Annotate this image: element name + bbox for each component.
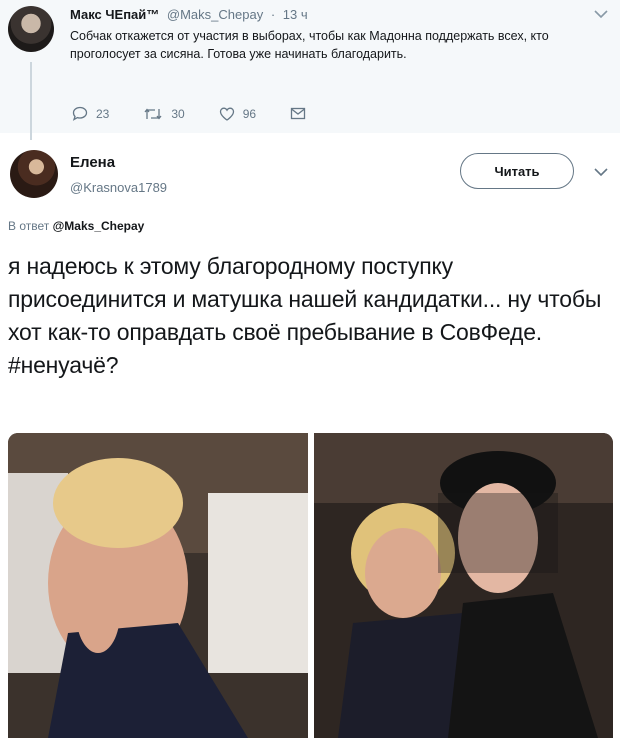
separator-dot: ·: [270, 7, 276, 22]
reply-handle-link[interactable]: @Maks_Chepay: [53, 219, 145, 233]
message-button[interactable]: [290, 106, 314, 121]
main-tweet-text: я надеюсь к этому благородному поступку …: [8, 253, 602, 378]
parent-tweet[interactable]: Макс ЧЕпай™ @Maks_Chepay · 13 ч Собчак о…: [0, 0, 620, 133]
parent-author-name[interactable]: Макс ЧЕпай™: [70, 7, 159, 22]
parent-timestamp[interactable]: 13 ч: [283, 7, 308, 22]
chevron-down-icon[interactable]: [594, 164, 608, 180]
tweet-photo[interactable]: [8, 433, 613, 738]
parent-avatar[interactable]: [8, 6, 54, 52]
main-avatar[interactable]: [10, 150, 58, 198]
reply-prefix: В ответ: [8, 219, 50, 233]
reply-context: В ответ @Maks_Chepay: [8, 219, 144, 233]
follow-button[interactable]: Читать: [460, 153, 574, 189]
envelope-icon: [290, 107, 306, 120]
like-count: 96: [242, 106, 257, 121]
reply-count: 23: [96, 106, 110, 121]
retweet-count: 30: [171, 106, 185, 121]
parent-author-handle[interactable]: @Maks_Chepay: [167, 7, 263, 22]
like-button[interactable]: 96: [219, 106, 256, 121]
main-author-name[interactable]: Елена: [70, 154, 115, 171]
heart-icon: [219, 107, 234, 121]
chevron-down-icon[interactable]: [594, 6, 608, 22]
main-author-handle[interactable]: @Krasnova1789: [70, 180, 167, 195]
retweet-button[interactable]: 30: [143, 106, 185, 121]
parent-header: Макс ЧЕпай™ @Maks_Chepay · 13 ч: [70, 7, 308, 22]
thread-connector-line: [30, 62, 32, 140]
reply-icon: [72, 106, 88, 121]
reply-button[interactable]: 23: [72, 106, 109, 121]
retweet-icon: [144, 107, 162, 120]
parent-actions: 23 30 96: [72, 106, 348, 121]
parent-tweet-text: Собчак откажется от участия в выборах, ч…: [70, 29, 549, 61]
